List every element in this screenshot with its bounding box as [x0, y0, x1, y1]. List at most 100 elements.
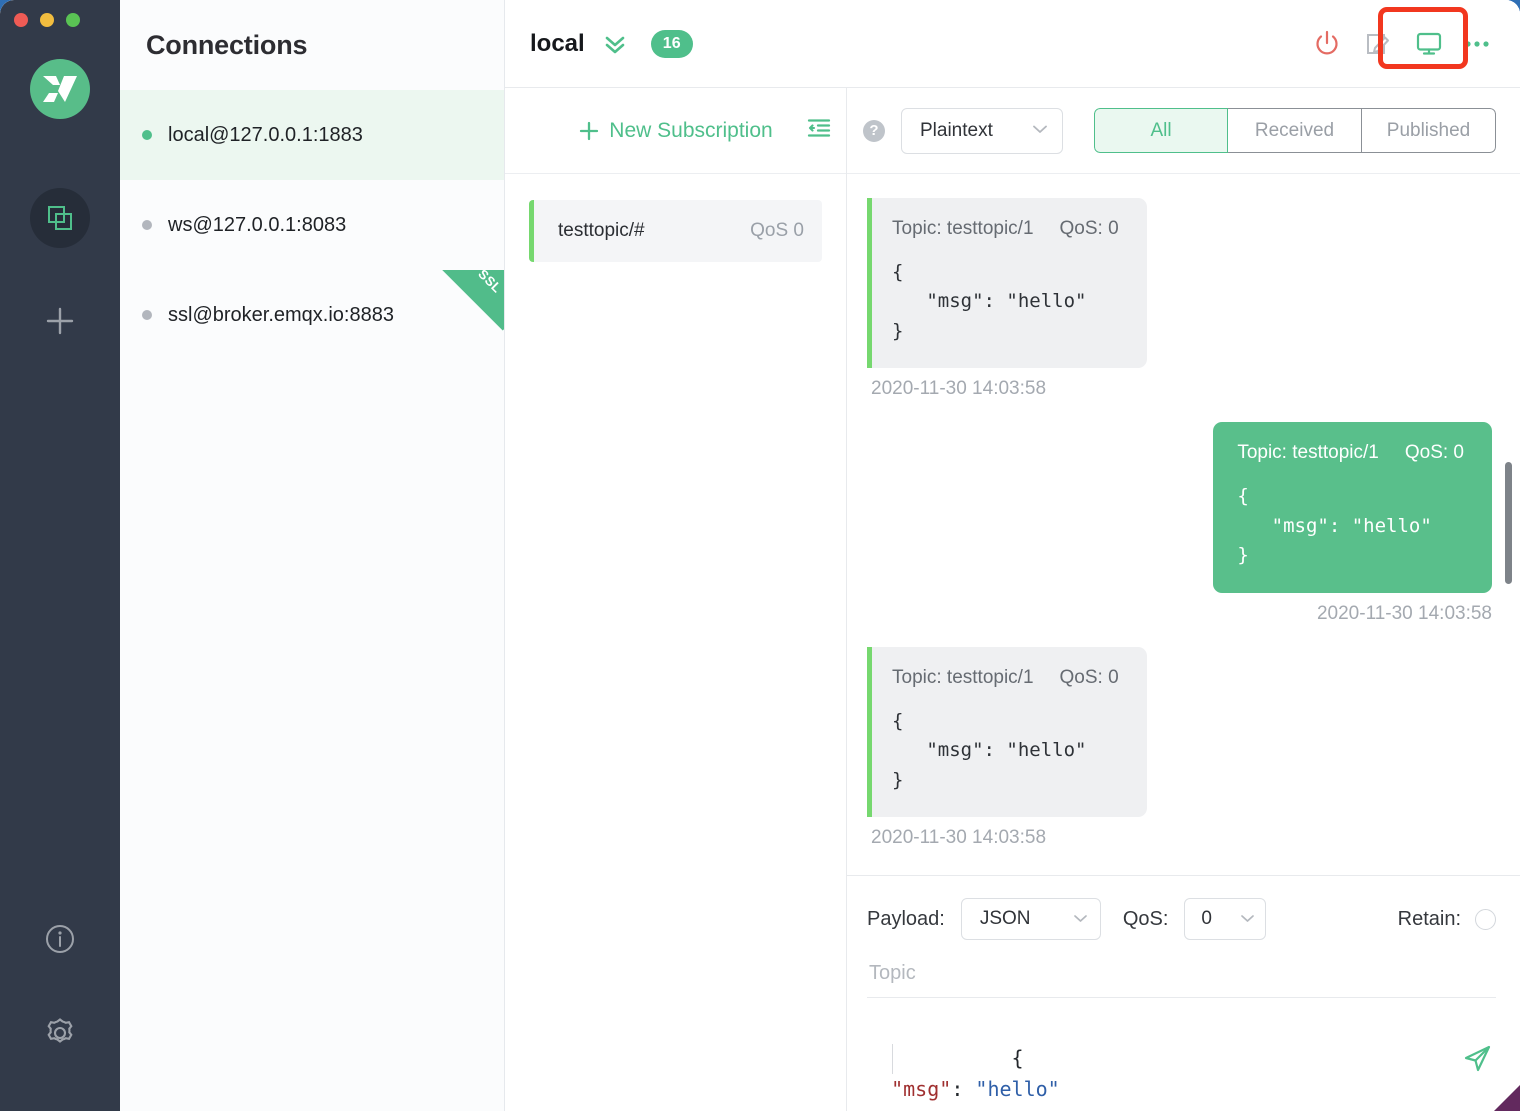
edit-connection-button[interactable]: [1364, 30, 1392, 58]
more-options-button[interactable]: [1462, 38, 1492, 50]
filter-published-button[interactable]: Published: [1362, 108, 1496, 153]
retain-checkbox[interactable]: [1475, 908, 1496, 930]
mqttx-logo: [30, 59, 90, 119]
connections-icon: [48, 206, 72, 230]
connection-item-ws[interactable]: ws@127.0.0.1:8083: [120, 180, 504, 270]
publish-panel: Payload: JSON QoS: 0 Retain: Topic {"ms…: [847, 875, 1520, 1111]
message-topic: Topic: testtopic/1: [892, 218, 1034, 239]
edit-connection-icon: [1367, 33, 1389, 54]
connections-title: Connections: [146, 30, 308, 60]
collapse-panel-icon: [807, 118, 831, 137]
rail-bottom-group: [0, 923, 120, 1111]
message-filter-group: All Received Published: [1094, 108, 1496, 153]
plus-icon: [46, 307, 74, 335]
editor-json-colon: :: [951, 1077, 976, 1101]
retain-control[interactable]: Retain:: [1398, 908, 1496, 931]
editor-json-key: "msg": [891, 1077, 952, 1101]
collapse-subscriptions-button[interactable]: [806, 116, 832, 145]
connection-status-dot: [142, 220, 152, 230]
publish-payload-select[interactable]: JSON: [960, 898, 1101, 940]
message-timestamp: 2020-11-30 14:03:58: [871, 378, 1047, 400]
power-icon: [1316, 30, 1338, 54]
minimize-window-button[interactable]: [40, 13, 54, 27]
sidebar-item-settings[interactable]: [43, 1016, 77, 1055]
chevron-down-icon: [1239, 908, 1256, 930]
message-topic: Topic: testtopic/1: [892, 666, 1034, 688]
window-resize-corner: [1494, 1085, 1520, 1111]
ssl-ribbon: SSL: [440, 270, 504, 334]
connection-status-dot: [142, 310, 152, 320]
help-question-icon[interactable]: ?: [863, 119, 885, 142]
message-bubble-received[interactable]: Topic: testtopic/1 QoS: 0 { "msg": "hello…: [867, 198, 1147, 369]
connection-status-dot: [142, 130, 152, 140]
subscriptions-header: New Subscription: [505, 88, 846, 174]
left-rail: [0, 0, 120, 1111]
message-bubble-received[interactable]: Topic: testtopic/1 QoS: 0 { "msg": "hello…: [867, 646, 1147, 817]
publish-options-row: Payload: JSON QoS: 0 Retain:: [867, 898, 1496, 940]
chevron-down-icon: [1031, 122, 1049, 140]
message-timestamp: 2020-11-30 14:03:58: [1316, 602, 1492, 624]
send-paper-plane-icon: [1464, 1045, 1491, 1072]
publish-topic-input[interactable]: Topic: [867, 948, 1496, 998]
connection-item-local[interactable]: local@127.0.0.1:1883: [120, 90, 504, 180]
expand-details-button[interactable]: [601, 32, 629, 56]
settings-gear-icon: [47, 1018, 73, 1043]
monitor-display-icon: [1416, 32, 1442, 55]
connection-item-label: ssl@broker.emqx.io:8883: [168, 303, 394, 326]
subscription-qos: QoS 0: [750, 220, 804, 241]
info-icon: [46, 925, 74, 953]
connection-item-ssl[interactable]: ssl@broker.emqx.io:8883 SSL: [120, 270, 504, 360]
sidebar-item-connections[interactable]: [30, 188, 90, 248]
filter-all-button[interactable]: All: [1094, 108, 1228, 153]
retain-label: Retain:: [1397, 907, 1461, 930]
qos-label: QoS:: [1122, 907, 1169, 930]
ssl-ribbon-shape: SSL: [440, 270, 504, 331]
message-topic: Topic: testtopic/1: [1237, 442, 1379, 464]
editor-line-open: {: [1011, 1046, 1024, 1070]
editor-indent-guide: [892, 1044, 893, 1074]
message-bubble-published[interactable]: Topic: testtopic/1 QoS: 0 { "msg": "hello…: [1213, 422, 1492, 593]
message-row: Topic: testtopic/1 QoS: 0 { "msg": "hello…: [867, 422, 1492, 624]
double-chevron-down-icon: [605, 36, 625, 53]
sidebar-item-new-connection[interactable]: [30, 296, 90, 346]
new-subscription-button[interactable]: New Subscription: [578, 118, 773, 143]
subscription-item[interactable]: testtopic/# QoS 0: [529, 200, 822, 262]
message-qos: QoS: 0: [1059, 666, 1119, 688]
mqttx-window: Connections local@127.0.0.1:1883 ws@127.…: [0, 0, 1520, 1111]
messages-column: ? Plaintext All Received Published Topic…: [847, 88, 1520, 1111]
close-window-button[interactable]: [14, 13, 28, 27]
topbar-actions: [1312, 6, 1492, 69]
maximize-window-button[interactable]: [66, 13, 80, 27]
connection-item-label: local@127.0.0.1:1883: [168, 123, 363, 146]
publish-send-button[interactable]: [1460, 1040, 1496, 1081]
publish-qos-value: 0: [1201, 908, 1212, 929]
disconnect-button[interactable]: [1312, 29, 1342, 59]
message-row: Topic: testtopic/1 QoS: 0 { "msg": "hello…: [867, 646, 1492, 849]
window-traffic-lights: [14, 13, 80, 27]
connections-panel: Connections local@127.0.0.1:1883 ws@127.…: [120, 0, 505, 1111]
message-timestamp: 2020-11-30 14:03:58: [871, 826, 1047, 848]
new-subscription-label: New Subscription: [609, 118, 773, 142]
chevron-down-icon: [1072, 908, 1089, 930]
subscription-topic: testtopic/#: [558, 220, 645, 241]
publish-payload-editor[interactable]: { "msg": "hello" }: [867, 998, 1496, 1111]
main-area: local 16 New Subscription testtopic/# Qo…: [505, 0, 1520, 1111]
payload-format-select[interactable]: Plaintext: [901, 107, 1063, 154]
payload-label: Payload:: [867, 907, 945, 930]
message-payload: { "msg": "hello" }: [892, 709, 1087, 791]
connections-list: local@127.0.0.1:1883 ws@127.0.0.1:8083 s…: [120, 90, 504, 360]
plus-icon: [580, 121, 599, 140]
connection-topbar: local 16: [505, 0, 1520, 88]
filter-received-button[interactable]: Received: [1228, 108, 1362, 153]
messages-scroll-area[interactable]: Topic: testtopic/1 QoS: 0 { "msg": "hello…: [847, 174, 1520, 875]
message-count-badge: 16: [650, 29, 693, 58]
message-qos: QoS: 0: [1059, 218, 1119, 239]
main-body: New Subscription testtopic/# QoS 0 ? Pla…: [505, 88, 1520, 1111]
editor-json-value: "hello": [975, 1077, 1060, 1101]
messages-toolbar: ? Plaintext All Received Published: [847, 88, 1520, 174]
sidebar-item-about[interactable]: [44, 923, 76, 960]
message-header: Topic: testtopic/1 QoS: 0: [1237, 442, 1464, 464]
publish-qos-select[interactable]: 0: [1184, 898, 1267, 940]
messages-scrollbar-thumb[interactable]: [1505, 462, 1512, 584]
monitor-display-button[interactable]: [1414, 30, 1444, 58]
